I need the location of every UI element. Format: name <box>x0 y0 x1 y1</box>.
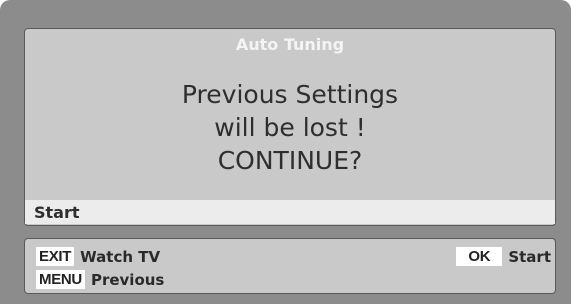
auto-tuning-dialog: Auto Tuning Previous Settings will be lo… <box>24 28 556 226</box>
tv-screen: Auto Tuning Previous Settings will be lo… <box>0 0 571 304</box>
start-option-label: Start <box>34 203 80 222</box>
menu-hint-label: Previous <box>90 270 165 289</box>
ok-hint[interactable]: OK Start <box>456 246 551 267</box>
button-hint-bar: EXIT Watch TV MENU Previous OK Start <box>24 238 556 294</box>
message-line: Previous Settings <box>181 80 399 109</box>
ok-key-badge: OK <box>456 247 503 266</box>
warning-message: Previous Settings will be lost ! CONTINU… <box>25 78 555 177</box>
message-line: CONTINUE? <box>217 146 363 175</box>
exit-hint-label: Watch TV <box>80 247 161 266</box>
exit-key-badge: EXIT <box>36 247 75 266</box>
message-line: will be lost ! <box>214 113 366 142</box>
exit-hint[interactable]: EXIT Watch TV <box>36 246 160 267</box>
menu-hint[interactable]: MENU Previous <box>36 269 164 290</box>
start-option[interactable]: Start <box>25 200 555 224</box>
menu-key-badge: MENU <box>36 270 85 289</box>
dialog-title: Auto Tuning <box>235 35 345 54</box>
ok-hint-label: Start <box>508 247 551 266</box>
